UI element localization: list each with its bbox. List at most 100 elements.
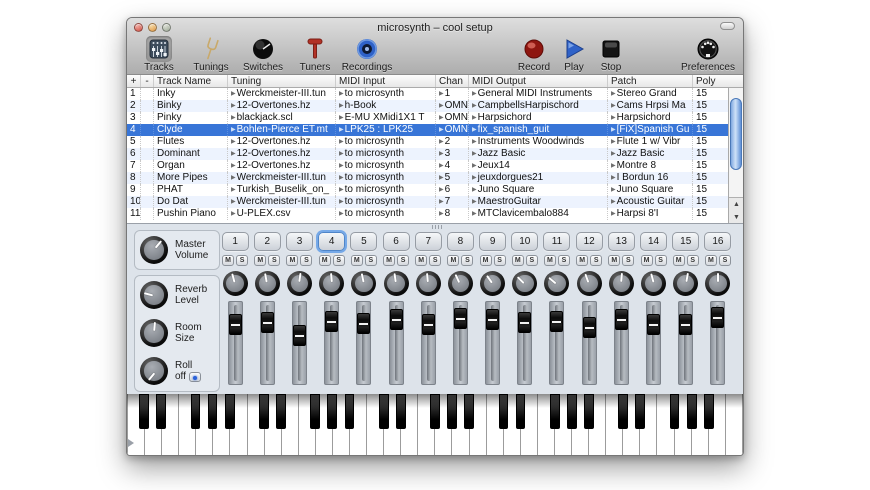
toolbar-item-play[interactable]: Play <box>557 36 591 73</box>
mute-button[interactable]: M <box>415 255 428 266</box>
fader-handle[interactable] <box>679 314 693 335</box>
toolbar-item-switches[interactable]: Switches <box>237 36 289 73</box>
black-key[interactable] <box>258 394 269 429</box>
channel-button[interactable]: 16 <box>704 232 732 251</box>
cell-midi_input[interactable]: ▶to microsynth <box>336 160 436 172</box>
pan-knob[interactable] <box>222 271 248 296</box>
cell-patch[interactable]: ▶Harpsi 8'I <box>608 208 693 220</box>
cell-midi_output[interactable]: ▶MTClavicembalo884 <box>469 208 608 220</box>
fader-handle[interactable] <box>357 313 371 334</box>
volume-fader[interactable] <box>291 301 307 385</box>
black-key[interactable] <box>515 394 526 429</box>
black-key[interactable] <box>447 394 458 429</box>
cell-tuning[interactable]: ▶12-Overtones.hz <box>228 100 336 112</box>
cell-midi_output[interactable]: ▶General MIDI Instruments <box>469 88 608 100</box>
cell-chan[interactable]: ▶OMNI <box>436 124 469 136</box>
cell-midi_output[interactable]: ▶Harpsichord <box>469 112 608 124</box>
reverb-level-knob[interactable] <box>140 281 168 309</box>
cell-chan[interactable]: ▶4 <box>436 160 469 172</box>
cell-patch[interactable]: ▶Montre 8 <box>608 160 693 172</box>
mute-button[interactable]: M <box>222 255 235 266</box>
cell-chan[interactable]: ▶5 <box>436 172 469 184</box>
fader-handle[interactable] <box>228 314 242 335</box>
col-header-midi-output[interactable]: MIDI Output <box>469 75 608 87</box>
toolbar-toggle-button[interactable] <box>720 22 735 30</box>
pan-knob[interactable] <box>512 271 538 296</box>
table-row[interactable]: 10 Do Dat ▶Werckmeister-III.tun ▶to microsy… <box>127 196 743 208</box>
cell-chan[interactable]: ▶8 <box>436 208 469 220</box>
cell-patch[interactable]: ▶I Bordun 16 <box>608 172 693 184</box>
fader-handle[interactable] <box>518 312 532 333</box>
solo-button[interactable]: S <box>300 255 313 266</box>
cell-chan[interactable]: ▶3 <box>436 148 469 160</box>
cell-tuning[interactable]: ▶Turkish_Buselik_on_ <box>228 184 336 196</box>
mute-button[interactable]: M <box>608 255 621 266</box>
channel-button[interactable]: 8 <box>446 232 474 251</box>
pan-knob[interactable] <box>480 271 506 296</box>
pan-knob[interactable] <box>673 271 699 296</box>
cell-midi_input[interactable]: ▶to microsynth <box>336 172 436 184</box>
fader-handle[interactable] <box>292 325 306 346</box>
table-row[interactable]: 7 Organ ▶12-Overtones.hz ▶to microsynth ▶4 ▶J… <box>127 160 743 172</box>
mute-button[interactable]: M <box>479 255 492 266</box>
black-key[interactable] <box>498 394 509 429</box>
solo-button[interactable]: S <box>525 255 538 266</box>
volume-fader[interactable] <box>613 301 629 385</box>
solo-button[interactable]: S <box>429 255 442 266</box>
cell-midi_output[interactable]: ▶Jazz Basic <box>469 148 608 160</box>
channel-button[interactable]: 7 <box>414 232 442 251</box>
cell-midi_input[interactable]: ▶to microsynth <box>336 136 436 148</box>
master-volume-knob[interactable] <box>140 236 168 264</box>
cell-tuning[interactable]: ▶12-Overtones.hz <box>228 160 336 172</box>
fader-handle[interactable] <box>550 311 564 332</box>
solo-button[interactable]: S <box>654 255 667 266</box>
channel-button[interactable]: 15 <box>672 232 700 251</box>
channel-button[interactable]: 10 <box>511 232 539 251</box>
table-row[interactable]: 4 Clyde ▶Bohlen-Pierce ET.mt ▶LPK25 : LPK25… <box>127 124 743 136</box>
solo-button[interactable]: S <box>332 255 345 266</box>
solo-button[interactable]: S <box>718 255 731 266</box>
mute-button[interactable]: M <box>286 255 299 266</box>
col-header-track-name[interactable]: Track Name <box>154 75 228 87</box>
cell-midi_input[interactable]: ▶E-MU XMidi1X1 T <box>336 112 436 124</box>
black-key[interactable] <box>430 394 440 429</box>
cell-tuning[interactable]: ▶Werckmeister-III.tun <box>228 172 336 184</box>
cell-tuning[interactable]: ▶blackjack.scl <box>228 112 336 124</box>
cell-chan[interactable]: ▶OMNI <box>436 100 469 112</box>
solo-button[interactable]: S <box>461 255 474 266</box>
cell-tuning[interactable]: ▶12-Overtones.hz <box>228 136 336 148</box>
volume-fader[interactable] <box>517 301 533 385</box>
toolbar-item-tuners[interactable]: Tuners <box>289 36 341 73</box>
cell-tuning[interactable]: ▶U-PLEX.csv <box>228 208 336 220</box>
toolbar-item-record[interactable]: Record <box>511 36 557 73</box>
cell-midi_output[interactable]: ▶MaestroGuitar <box>469 196 608 208</box>
table-row[interactable]: 3 Pinky ▶blackjack.scl ▶E-MU XMidi1X1 T ▶OMN… <box>127 112 743 124</box>
title-bar[interactable]: microsynth – cool setup <box>127 18 743 34</box>
cell-patch[interactable]: ▶Cams Hrpsi Ma <box>608 100 693 112</box>
cell-chan[interactable]: ▶6 <box>436 184 469 196</box>
cell-patch[interactable]: ▶Flute 1 w/ Vibr <box>608 136 693 148</box>
solo-button[interactable]: S <box>268 255 281 266</box>
solo-button[interactable]: S <box>590 255 603 266</box>
channel-button[interactable]: 4 <box>318 232 346 251</box>
toolbar-item-tunings[interactable]: Tunings <box>185 36 237 73</box>
solo-button[interactable]: S <box>686 255 699 266</box>
cell-midi_output[interactable]: ▶jeuxdorgues21 <box>469 172 608 184</box>
cell-tuning[interactable]: ▶12-Overtones.hz <box>228 148 336 160</box>
pan-knob[interactable] <box>351 271 377 296</box>
cell-patch[interactable]: ▶Jazz Basic <box>608 148 693 160</box>
mute-button[interactable]: M <box>511 255 524 266</box>
cell-patch[interactable]: ▶Stereo Grand <box>608 88 693 100</box>
mute-button[interactable]: M <box>383 255 396 266</box>
table-scrollbar[interactable]: ▲ ▼ <box>728 88 743 223</box>
black-key[interactable] <box>224 394 235 429</box>
black-key[interactable] <box>703 394 714 429</box>
black-key[interactable] <box>310 394 321 429</box>
channel-button[interactable]: 9 <box>479 232 507 251</box>
black-key[interactable] <box>207 394 218 429</box>
toolbar-item-tracks[interactable]: Tracks <box>133 36 185 73</box>
scrollbar-thumb[interactable] <box>730 98 742 170</box>
solo-button[interactable]: S <box>493 255 506 266</box>
cell-midi_input[interactable]: ▶to microsynth <box>336 88 436 100</box>
channel-button[interactable]: 1 <box>221 232 249 251</box>
